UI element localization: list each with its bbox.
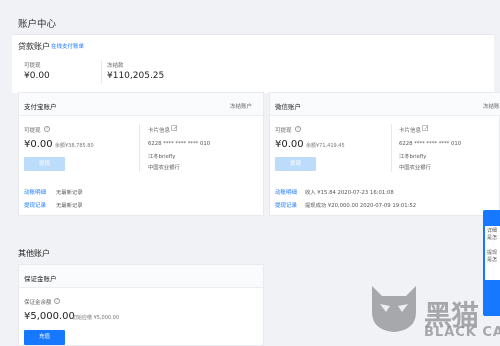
alipay-bank: 中国农业银行 <box>148 165 180 171</box>
wechat-detail-value: 收入 ¥15.84 2020-07-23 16:01:08 <box>305 190 394 196</box>
alipay-card-number: 6228 **** **** **** 010 <box>148 141 211 147</box>
deposit-account-title: 保证金账户 <box>24 275 57 283</box>
wechat-divider <box>391 124 392 172</box>
wechat-card-name: 江冬briefly <box>399 154 427 160</box>
alipay-freeze-link[interactable]: 冻结账户 <box>230 102 252 110</box>
alipay-balance: 余额¥38,785.80 <box>55 143 94 149</box>
loan-account-card <box>12 35 494 93</box>
wechat-freeze-link[interactable]: 冻结账 <box>483 102 500 110</box>
loan-account-title: 贷款账户 <box>18 42 50 51</box>
alipay-detail-value: 无最新记录 <box>56 190 83 196</box>
side-line-4: 是怎 <box>487 257 498 263</box>
side-line-3: 提现 <box>487 250 498 256</box>
wechat-withdraw-record-value: 提现成功 ¥20,000.00 2020-07-09 19:01:52 <box>305 203 417 209</box>
side-line-1: 详细 <box>487 228 498 234</box>
recharge-button[interactable]: 充值 <box>24 330 65 345</box>
wechat-withdraw-record-link[interactable]: 提现记录 <box>275 201 297 209</box>
alipay-account-title: 支付宝账户 <box>24 103 57 111</box>
wechat-detail-link[interactable]: 动账明细 <box>275 188 297 196</box>
pay-bill-link[interactable]: 在线支付账单 <box>51 42 84 50</box>
help-icon[interactable]: ? <box>295 126 301 132</box>
wechat-withdrawable-label: 可提现 <box>275 128 292 134</box>
edit-icon[interactable] <box>422 125 429 132</box>
wechat-card-number: 6228 **** **** **** 010 <box>399 141 462 147</box>
alipay-withdraw-record-value: 无最新记录 <box>56 203 83 209</box>
help-icon[interactable]: ? <box>44 126 50 132</box>
alipay-withdraw-button[interactable]: 提现 <box>24 157 65 171</box>
loan-frozen-value: ¥110,205.25 <box>107 71 165 81</box>
side-line-2: 是怎 <box>487 235 498 241</box>
help-icon[interactable]: ? <box>54 298 60 304</box>
wechat-withdraw-button[interactable]: 提现 <box>275 157 316 171</box>
card-info-label: 卡片信息 <box>148 128 171 134</box>
alipay-amount: ¥0.00 <box>24 139 53 150</box>
alipay-divider <box>139 124 140 172</box>
initial-deposit: 初始应缴 ¥5,000.00 <box>72 315 120 321</box>
other-accounts-title: 其他账户 <box>18 249 50 258</box>
black-cat-logo-icon <box>372 286 416 332</box>
alipay-withdrawable-label: 可提现 <box>24 128 41 134</box>
alipay-card-name: 江冬briefly <box>148 154 176 160</box>
wechat-account-title: 微信账户 <box>275 103 301 111</box>
wechat-card-header <box>270 93 500 116</box>
alipay-detail-link[interactable]: 动账明细 <box>24 188 46 196</box>
loan-withdrawable-value: ¥0.00 <box>24 71 50 81</box>
wechat-amount: ¥0.00 <box>275 139 304 150</box>
deposit-balance-value: ¥5,000.00 <box>24 311 75 322</box>
loan-withdrawable-label: 可提现 <box>24 63 41 69</box>
alipay-withdraw-record-link[interactable]: 提现记录 <box>24 201 46 209</box>
wechat-balance: 余额¥71,419.45 <box>306 143 345 149</box>
watermark-en: BLACK CAT <box>424 325 500 340</box>
loan-divider <box>101 60 102 84</box>
card-info-label: 卡片信息 <box>399 128 422 134</box>
edit-icon[interactable] <box>171 125 178 132</box>
wechat-bank: 中国农业银行 <box>399 165 431 171</box>
page-title: 账户中心 <box>18 19 57 30</box>
deposit-balance-label: 保证金余额 <box>24 300 52 306</box>
loan-frozen-label: 冻结款 <box>107 63 124 69</box>
side-help-panel-body: 详细 是怎 提现 是怎 <box>485 226 500 280</box>
